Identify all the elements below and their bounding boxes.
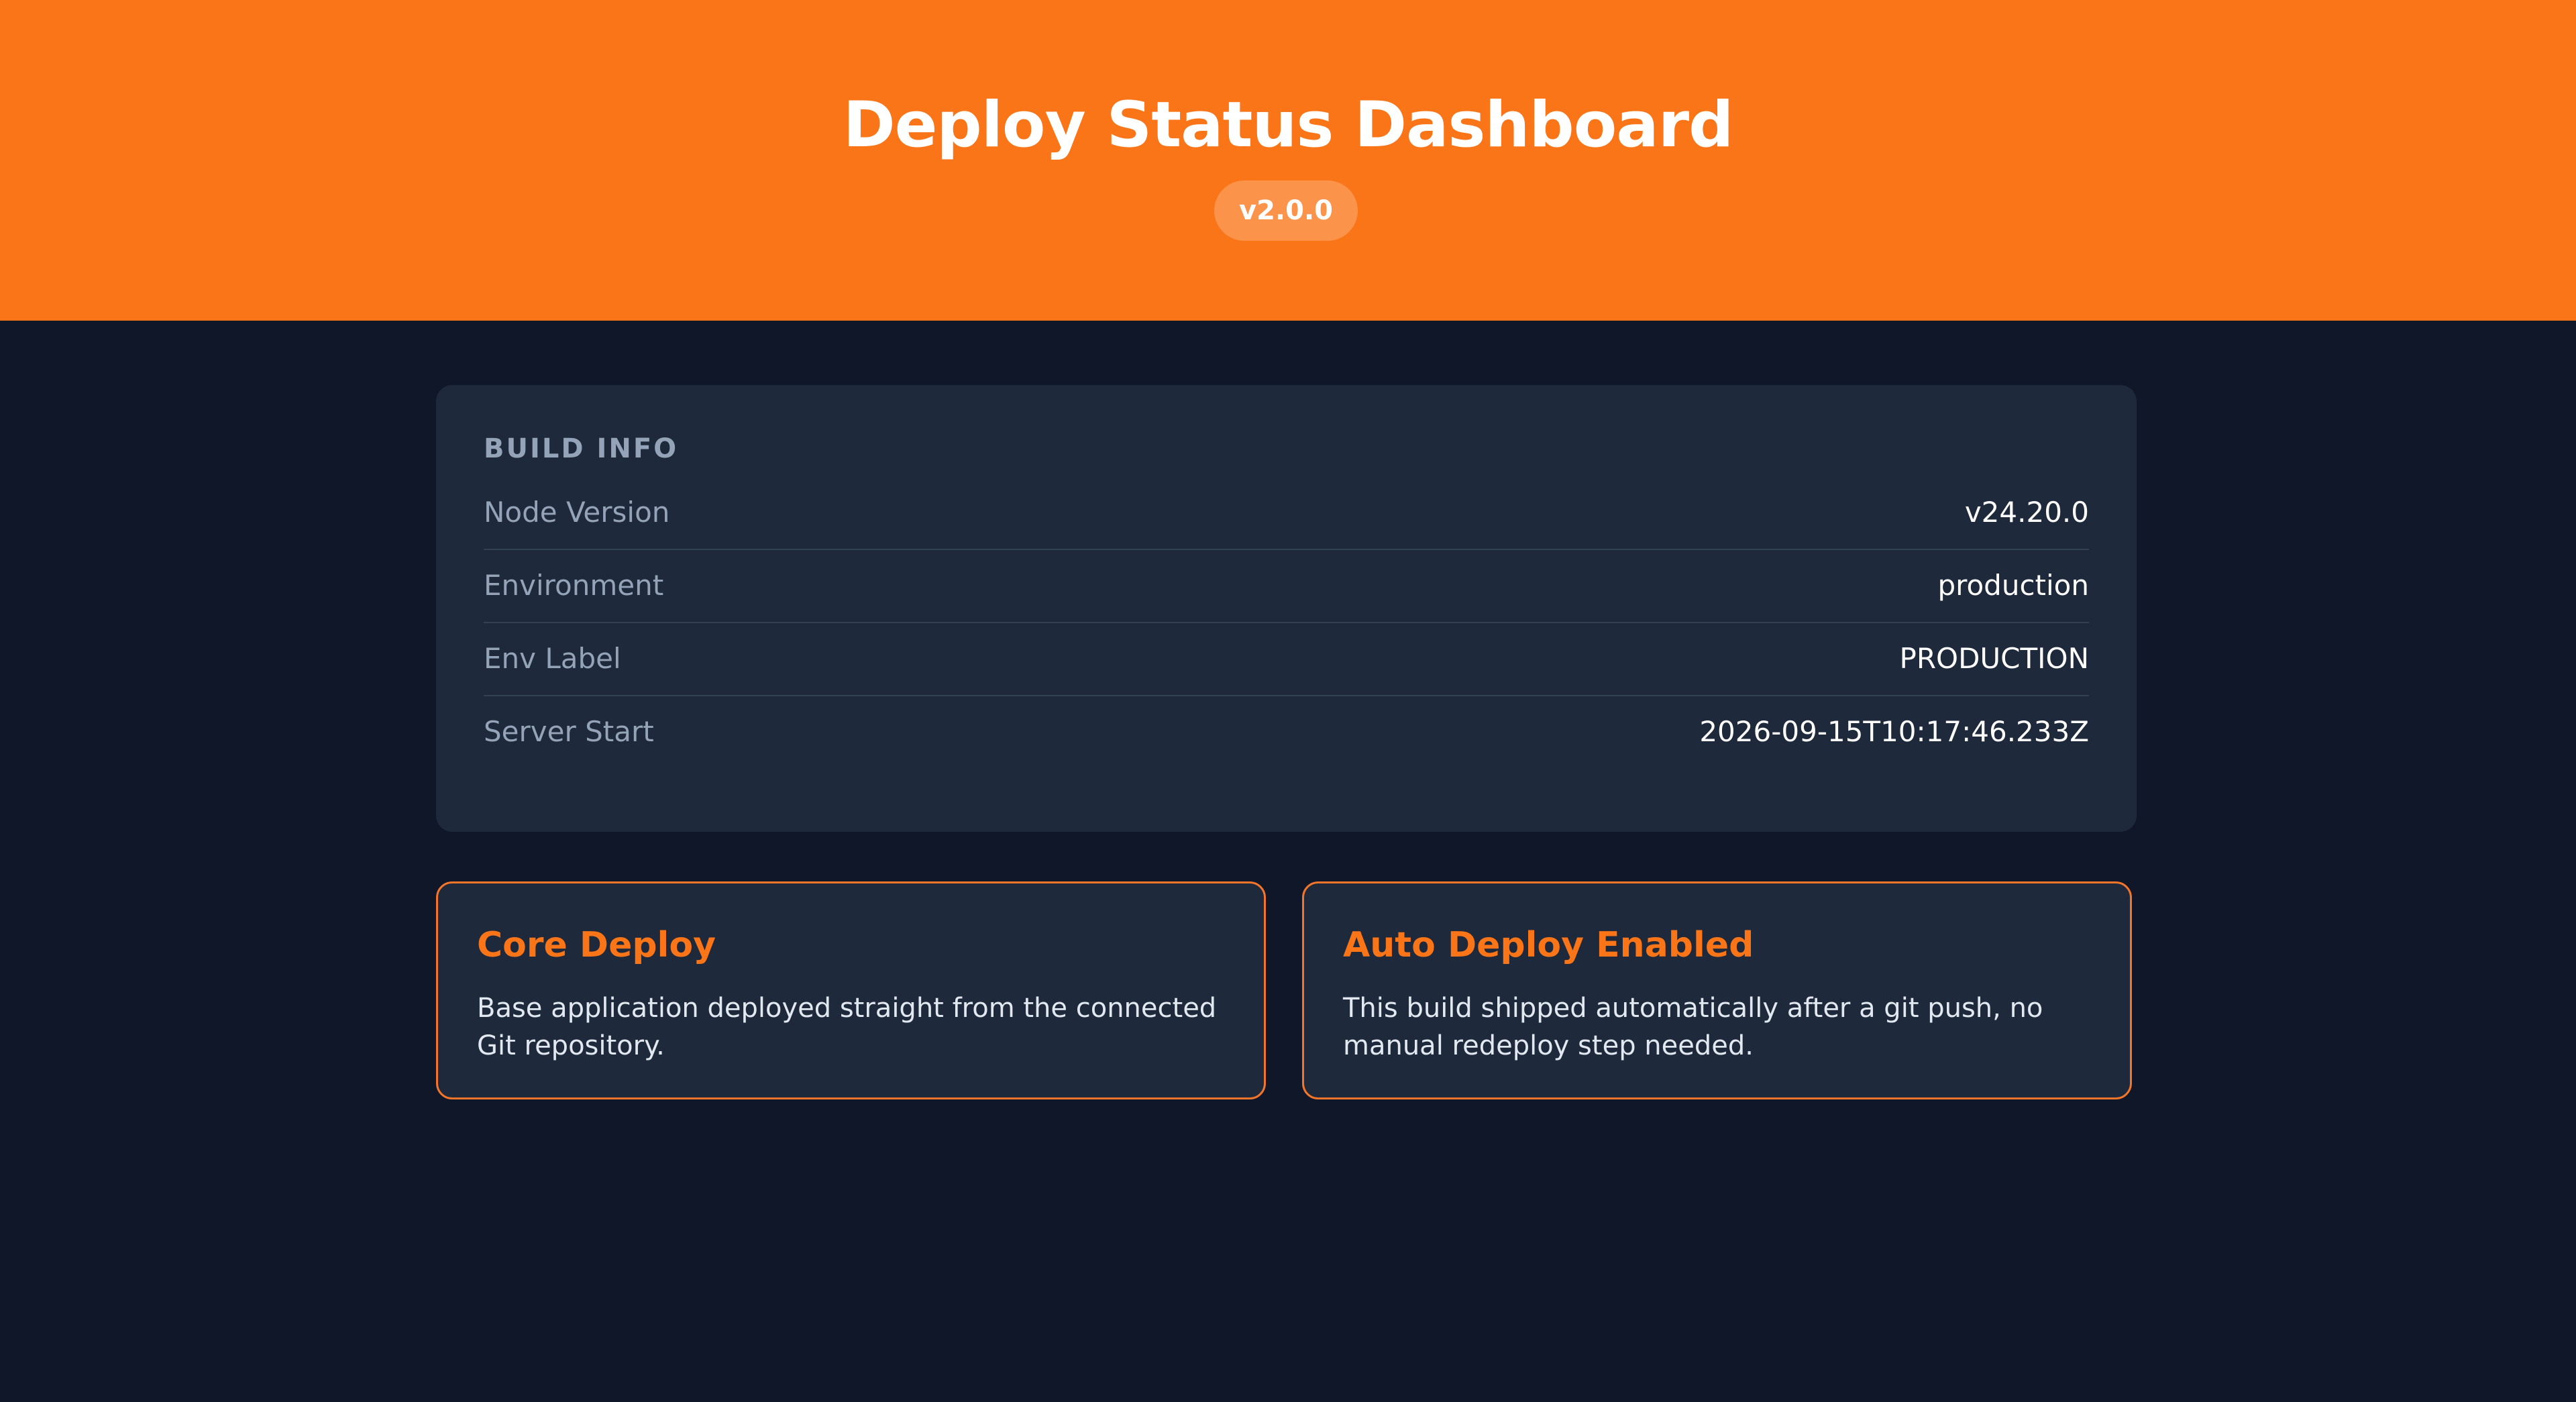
- feature-card-auto-deploy: Auto Deploy Enabled This build shipped a…: [1302, 881, 2132, 1099]
- feature-card-core-deploy: Core Deploy Base application deployed st…: [436, 881, 1266, 1099]
- info-row-environment: Environment production: [484, 549, 2089, 623]
- header-banner: Deploy Status Dashboard v2.0.0: [0, 0, 2576, 321]
- info-row-server-start: Server Start 2026-09-15T10:17:46.233Z: [484, 695, 2089, 768]
- info-value: PRODUCTION: [1899, 642, 2090, 675]
- feature-description: Base application deployed straight from …: [477, 993, 1217, 1061]
- build-info-heading: BUILD INFO: [484, 433, 679, 464]
- info-row-env-label: Env Label PRODUCTION: [484, 622, 2089, 696]
- feature-title: Core Deploy: [477, 925, 716, 965]
- info-label: Node Version: [484, 496, 670, 529]
- info-value: v24.20.0: [1964, 496, 2089, 529]
- info-label: Environment: [484, 569, 664, 602]
- info-value: 2026-09-15T10:17:46.233Z: [1699, 715, 2089, 748]
- feature-description: This build shipped automatically after a…: [1343, 993, 2043, 1061]
- page-title: Deploy Status Dashboard: [843, 89, 1734, 162]
- info-label: Env Label: [484, 642, 621, 675]
- build-info-card: BUILD INFO Node Version v24.20.0 Environ…: [436, 385, 2137, 832]
- info-row-node-version: Node Version v24.20.0: [484, 476, 2089, 550]
- info-value: production: [1937, 569, 2089, 602]
- info-label: Server Start: [484, 715, 654, 748]
- version-badge: v2.0.0: [1214, 180, 1358, 241]
- feature-title: Auto Deploy Enabled: [1343, 925, 1754, 965]
